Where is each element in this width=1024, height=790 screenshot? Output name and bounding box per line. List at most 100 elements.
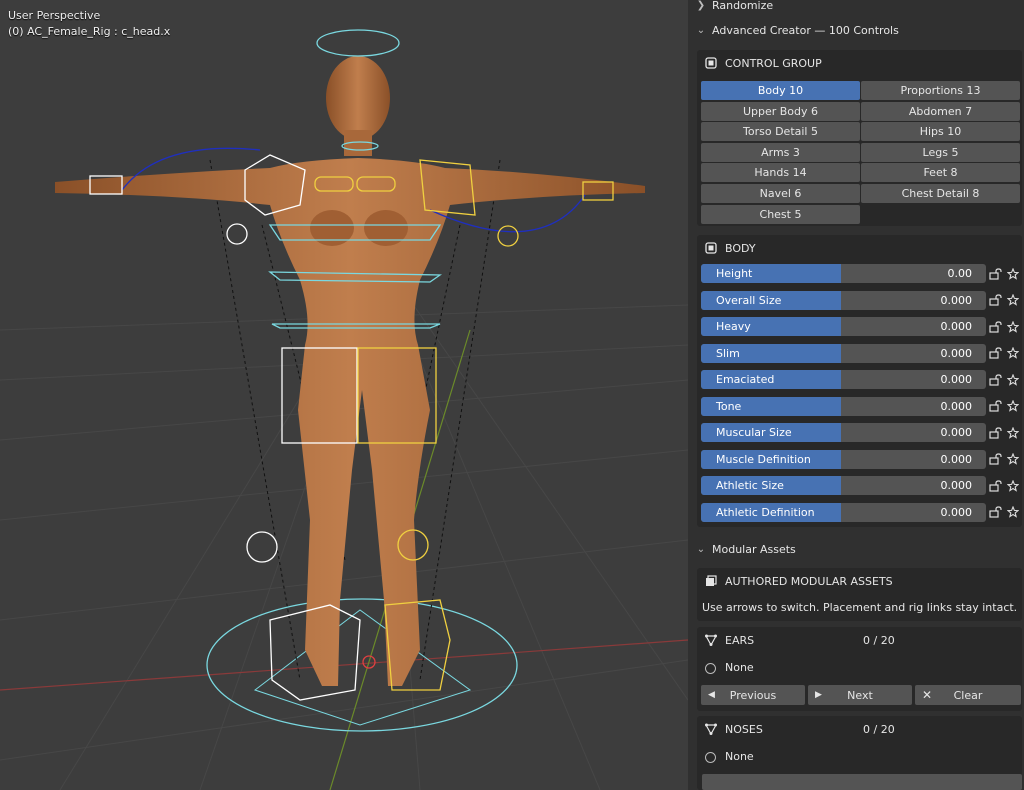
control-group-button[interactable]: Chest Detail 8 — [861, 184, 1020, 203]
vertex-group-icon — [705, 723, 717, 735]
slider-value: 0.000 — [940, 373, 973, 386]
body-panel-header: BODY — [697, 235, 1022, 261]
slider-value: 0.000 — [940, 426, 973, 439]
lock-icon[interactable] — [987, 344, 1003, 363]
control-group-button[interactable]: Feet 8 — [861, 163, 1020, 183]
slider-label: Heavy — [716, 320, 751, 333]
body-slider[interactable]: Muscular Size 0.000 — [701, 423, 986, 442]
slider-value: 0.00 — [947, 267, 973, 280]
radio-icon[interactable] — [705, 752, 716, 763]
ears-count: 0 / 20 — [863, 634, 895, 647]
clear-label: Clear — [953, 688, 983, 702]
authored-assets-panel: AUTHORED MODULAR ASSETS Use arrows to sw… — [697, 568, 1022, 621]
control-group-button[interactable]: Arms 3 — [701, 142, 860, 162]
body-slider[interactable]: Muscle Definition 0.000 — [701, 449, 986, 469]
control-group-button[interactable]: Proportions 13 — [861, 81, 1020, 100]
3d-viewport[interactable]: User Perspective (0) AC_Female_Rig : c_h… — [0, 0, 688, 790]
star-icon[interactable] — [1005, 397, 1021, 416]
control-group-button[interactable]: Upper Body 6 — [701, 101, 860, 121]
lock-icon[interactable] — [987, 503, 1003, 522]
advanced-creator-label: Advanced Creator — 100 Controls — [712, 23, 899, 37]
authored-assets-title: AUTHORED MODULAR ASSETS — [725, 574, 893, 588]
slider-label: Athletic Definition — [716, 505, 815, 519]
advanced-creator-section-header[interactable]: ⌄ Advanced Creator — 100 Controls — [696, 20, 899, 40]
body-slider[interactable]: Athletic Definition 0.000 — [701, 502, 986, 522]
x-axis-line — [0, 639, 688, 691]
star-icon[interactable] — [1005, 476, 1021, 495]
slider-label: Muscular Size — [716, 426, 792, 439]
view-name: User Perspective — [8, 9, 101, 22]
body-slider[interactable]: Emaciated 0.000 — [701, 370, 986, 389]
control-group-button[interactable]: Navel 6 — [701, 184, 860, 203]
control-group-button[interactable]: Body 10 — [701, 81, 860, 100]
character-mesh — [55, 56, 645, 686]
group-icon — [705, 242, 717, 254]
body-slider[interactable]: Tone 0.000 — [701, 396, 986, 416]
chevron-down-icon: ⌄ — [696, 24, 706, 36]
slider-label: Emaciated — [716, 373, 775, 386]
control-group-button[interactable]: Legs 5 — [861, 142, 1020, 162]
slider-label: Slim — [716, 346, 740, 360]
lock-icon[interactable] — [987, 397, 1003, 416]
head-halo — [316, 29, 400, 57]
star-icon[interactable] — [1005, 291, 1021, 310]
slider-label: Muscle Definition — [716, 452, 811, 466]
star-icon[interactable] — [1005, 423, 1021, 442]
body-slider[interactable]: Height 0.00 — [701, 264, 986, 283]
previous-label: Previous — [729, 688, 777, 702]
ears-title: EARS — [725, 633, 755, 647]
slider-label: Tone — [716, 399, 742, 413]
body-panel-title: BODY — [725, 241, 756, 255]
radio-icon[interactable] — [705, 663, 716, 674]
star-icon[interactable] — [1005, 264, 1021, 283]
viewport-info: User Perspective (0) AC_Female_Rig : c_h… — [8, 8, 170, 40]
ears-previous-button[interactable]: ◀ Previous — [701, 685, 805, 705]
noses-panel: NOSES 0 / 20 None — [697, 716, 1022, 790]
authored-assets-hint: Use arrows to switch. Placement and rig … — [702, 601, 1018, 614]
control-group-button[interactable]: Torso Detail 5 — [701, 122, 860, 142]
star-icon[interactable] — [1005, 317, 1021, 336]
body-slider[interactable]: Athletic Size 0.000 — [701, 476, 986, 495]
x-icon: ✕ — [922, 688, 933, 702]
lock-icon[interactable] — [987, 450, 1003, 469]
star-icon[interactable] — [1005, 503, 1021, 522]
ears-clear-button[interactable]: ✕ Clear — [915, 685, 1021, 705]
control-group-button[interactable]: Hands 14 — [701, 163, 860, 183]
control-group-button[interactable]: Chest 5 — [701, 204, 860, 224]
modular-assets-label: Modular Assets — [712, 542, 796, 556]
control-group-button[interactable]: Hips 10 — [861, 122, 1020, 142]
star-icon[interactable] — [1005, 344, 1021, 363]
viewport-scene[interactable] — [0, 0, 688, 790]
slider-value: 0.000 — [940, 293, 973, 307]
lock-icon[interactable] — [987, 264, 1003, 283]
star-icon[interactable] — [1005, 370, 1021, 389]
star-icon[interactable] — [1005, 450, 1021, 469]
ears-current: None — [725, 661, 754, 674]
slider-value: 0.000 — [940, 452, 973, 466]
lock-icon[interactable] — [987, 476, 1003, 495]
slider-value: 0.000 — [940, 505, 973, 519]
lock-icon[interactable] — [987, 370, 1003, 389]
authored-assets-header: AUTHORED MODULAR ASSETS — [697, 568, 1022, 594]
body-slider[interactable]: Overall Size 0.000 — [701, 290, 986, 310]
vertex-group-icon — [705, 634, 717, 646]
control-group-button[interactable]: Abdomen 7 — [861, 101, 1020, 121]
noses-current: None — [725, 750, 754, 763]
ears-next-button[interactable]: ▶ Next — [808, 685, 912, 705]
slider-label: Athletic Size — [716, 479, 784, 492]
randomize-section-header[interactable]: ❯ Randomize — [696, 0, 773, 15]
slider-label: Height — [716, 267, 753, 280]
lock-icon[interactable] — [987, 423, 1003, 442]
modular-assets-section-header[interactable]: ⌄ Modular Assets — [696, 539, 796, 559]
body-slider[interactable]: Slim 0.000 — [701, 343, 986, 363]
body-slider[interactable]: Heavy 0.000 — [701, 317, 986, 336]
noses-nav-row[interactable] — [702, 774, 1022, 790]
ears-header: EARS — [697, 627, 1022, 653]
root-control — [206, 598, 518, 732]
lock-icon[interactable] — [987, 291, 1003, 310]
next-label: Next — [847, 688, 873, 702]
slider-value: 0.000 — [940, 320, 973, 333]
noses-count: 0 / 20 — [863, 723, 895, 736]
lock-icon[interactable] — [987, 317, 1003, 336]
control-group-title: CONTROL GROUP — [725, 56, 822, 70]
